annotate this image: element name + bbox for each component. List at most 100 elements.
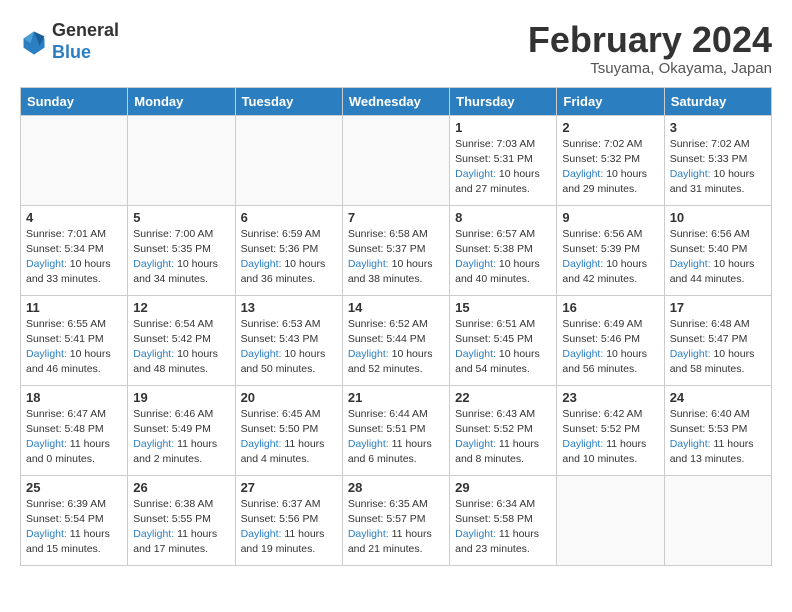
daylight-label: Daylight: xyxy=(133,258,177,270)
daylight-label: Daylight: xyxy=(241,438,285,450)
calendar-day: 9 Sunrise: 6:56 AMSunset: 5:39 PMDaylight… xyxy=(557,205,664,295)
calendar-day xyxy=(342,115,449,205)
day-number: 9 xyxy=(562,210,658,225)
day-info: Sunrise: 7:02 AMSunset: 5:32 PMDaylight:… xyxy=(562,137,658,198)
day-number: 18 xyxy=(26,390,122,405)
calendar-day: 23Sunrise: 6:42 AMSunset: 5:52 PMDayligh… xyxy=(557,385,664,475)
day-number: 21 xyxy=(348,390,444,405)
calendar-day: 15 Sunrise: 6:51 AMSunset: 5:45 PMDayligh… xyxy=(450,295,557,385)
calendar-day: 29 Sunrise: 6:34 AMSunset: 5:58 PMDayligh… xyxy=(450,475,557,565)
day-info: Sunrise: 7:03 AMSunset: 5:31 PMDaylight:… xyxy=(455,137,551,198)
day-number: 15 xyxy=(455,300,551,315)
day-number: 5 xyxy=(133,210,229,225)
day-number: 17 xyxy=(670,300,766,315)
daylight-label: Daylight: xyxy=(241,258,285,270)
day-number: 7 xyxy=(348,210,444,225)
calendar-day: 4 Sunrise: 7:01 AMSunset: 5:34 PMDaylight… xyxy=(21,205,128,295)
day-number: 3 xyxy=(670,120,766,135)
calendar-day: 6Sunrise: 6:59 AMSunset: 5:36 PMDaylight… xyxy=(235,205,342,295)
calendar-week: 18Sunrise: 6:47 AMSunset: 5:48 PMDayligh… xyxy=(21,385,772,475)
calendar-day: 26Sunrise: 6:38 AMSunset: 5:55 PMDayligh… xyxy=(128,475,235,565)
day-number: 14 xyxy=(348,300,444,315)
day-number: 10 xyxy=(670,210,766,225)
day-number: 29 xyxy=(455,480,551,495)
daylight-label: Daylight: xyxy=(348,258,392,270)
day-info: Sunrise: 6:55 AMSunset: 5:41 PMDaylight:… xyxy=(26,317,122,378)
day-number: 12 xyxy=(133,300,229,315)
page-header: GeneralBlue February 2024 Tsuyama, Okaya… xyxy=(20,20,772,77)
calendar-day: 13 Sunrise: 6:53 AMSunset: 5:43 PMDayligh… xyxy=(235,295,342,385)
calendar-day: 14Sunrise: 6:52 AMSunset: 5:44 PMDayligh… xyxy=(342,295,449,385)
day-info: Sunrise: 7:01 AMSunset: 5:34 PMDaylight:… xyxy=(26,227,122,288)
daylight-label: Daylight: xyxy=(26,348,70,360)
calendar-day xyxy=(128,115,235,205)
daylight-label: Daylight: xyxy=(455,168,499,180)
day-number: 20 xyxy=(241,390,337,405)
calendar-day xyxy=(664,475,771,565)
day-number: 16 xyxy=(562,300,658,315)
calendar-day: 27Sunrise: 6:37 AMSunset: 5:56 PMDayligh… xyxy=(235,475,342,565)
day-info: Sunrise: 6:48 AMSunset: 5:47 PMDaylight:… xyxy=(670,317,766,378)
day-number: 26 xyxy=(133,480,229,495)
calendar-day: 24Sunrise: 6:40 AMSunset: 5:53 PMDayligh… xyxy=(664,385,771,475)
daylight-label: Daylight: xyxy=(455,438,499,450)
weekday-header: Sunday xyxy=(21,87,128,115)
day-info: Sunrise: 6:56 AMSunset: 5:39 PMDaylight:… xyxy=(562,227,658,288)
day-info: Sunrise: 6:53 AMSunset: 5:43 PMDaylight:… xyxy=(241,317,337,378)
calendar-day: 12Sunrise: 6:54 AMSunset: 5:42 PMDayligh… xyxy=(128,295,235,385)
calendar-day: 21Sunrise: 6:44 AMSunset: 5:51 PMDayligh… xyxy=(342,385,449,475)
calendar-day: 11 Sunrise: 6:55 AMSunset: 5:41 PMDayligh… xyxy=(21,295,128,385)
weekday-header: Saturday xyxy=(664,87,771,115)
day-number: 8 xyxy=(455,210,551,225)
calendar-day: 2 Sunrise: 7:02 AMSunset: 5:32 PMDaylight… xyxy=(557,115,664,205)
calendar-week: 25 Sunrise: 6:39 AMSunset: 5:54 PMDayligh… xyxy=(21,475,772,565)
daylight-label: Daylight: xyxy=(670,438,714,450)
logo: GeneralBlue xyxy=(20,20,119,63)
logo-text: GeneralBlue xyxy=(52,20,119,63)
calendar-day: 17 Sunrise: 6:48 AMSunset: 5:47 PMDayligh… xyxy=(664,295,771,385)
day-number: 25 xyxy=(26,480,122,495)
calendar-week: 4 Sunrise: 7:01 AMSunset: 5:34 PMDaylight… xyxy=(21,205,772,295)
day-info: Sunrise: 6:46 AMSunset: 5:49 PMDaylight:… xyxy=(133,407,229,468)
calendar-day: 19 Sunrise: 6:46 AMSunset: 5:49 PMDayligh… xyxy=(128,385,235,475)
daylight-label: Daylight: xyxy=(670,348,714,360)
calendar-day: 28Sunrise: 6:35 AMSunset: 5:57 PMDayligh… xyxy=(342,475,449,565)
calendar-day: 18Sunrise: 6:47 AMSunset: 5:48 PMDayligh… xyxy=(21,385,128,475)
daylight-label: Daylight: xyxy=(133,528,177,540)
weekday-header: Friday xyxy=(557,87,664,115)
day-info: Sunrise: 6:37 AMSunset: 5:56 PMDaylight:… xyxy=(241,497,337,558)
daylight-label: Daylight: xyxy=(26,258,70,270)
weekday-header: Monday xyxy=(128,87,235,115)
calendar-week: 1 Sunrise: 7:03 AMSunset: 5:31 PMDaylight… xyxy=(21,115,772,205)
day-number: 4 xyxy=(26,210,122,225)
calendar-day: 20 Sunrise: 6:45 AMSunset: 5:50 PMDayligh… xyxy=(235,385,342,475)
day-info: Sunrise: 7:00 AMSunset: 5:35 PMDaylight:… xyxy=(133,227,229,288)
day-info: Sunrise: 6:56 AMSunset: 5:40 PMDaylight:… xyxy=(670,227,766,288)
day-info: Sunrise: 6:39 AMSunset: 5:54 PMDaylight:… xyxy=(26,497,122,558)
daylight-label: Daylight: xyxy=(562,438,606,450)
day-number: 2 xyxy=(562,120,658,135)
weekday-header: Thursday xyxy=(450,87,557,115)
day-info: Sunrise: 6:45 AMSunset: 5:50 PMDaylight:… xyxy=(241,407,337,468)
daylight-label: Daylight: xyxy=(455,528,499,540)
daylight-label: Daylight: xyxy=(670,258,714,270)
daylight-label: Daylight: xyxy=(348,438,392,450)
day-info: Sunrise: 6:51 AMSunset: 5:45 PMDaylight:… xyxy=(455,317,551,378)
calendar-week: 11 Sunrise: 6:55 AMSunset: 5:41 PMDayligh… xyxy=(21,295,772,385)
day-info: Sunrise: 6:34 AMSunset: 5:58 PMDaylight:… xyxy=(455,497,551,558)
logo-icon xyxy=(20,28,48,56)
header-row: SundayMondayTuesdayWednesdayThursdayFrid… xyxy=(21,87,772,115)
day-info: Sunrise: 6:49 AMSunset: 5:46 PMDaylight:… xyxy=(562,317,658,378)
weekday-header: Wednesday xyxy=(342,87,449,115)
calendar-day xyxy=(235,115,342,205)
day-info: Sunrise: 6:58 AMSunset: 5:37 PMDaylight:… xyxy=(348,227,444,288)
day-number: 11 xyxy=(26,300,122,315)
calendar-day: 1 Sunrise: 7:03 AMSunset: 5:31 PMDaylight… xyxy=(450,115,557,205)
daylight-label: Daylight: xyxy=(348,348,392,360)
day-number: 19 xyxy=(133,390,229,405)
daylight-label: Daylight: xyxy=(348,528,392,540)
calendar-day: 22Sunrise: 6:43 AMSunset: 5:52 PMDayligh… xyxy=(450,385,557,475)
day-number: 13 xyxy=(241,300,337,315)
day-number: 1 xyxy=(455,120,551,135)
calendar-day: 8Sunrise: 6:57 AMSunset: 5:38 PMDaylight… xyxy=(450,205,557,295)
